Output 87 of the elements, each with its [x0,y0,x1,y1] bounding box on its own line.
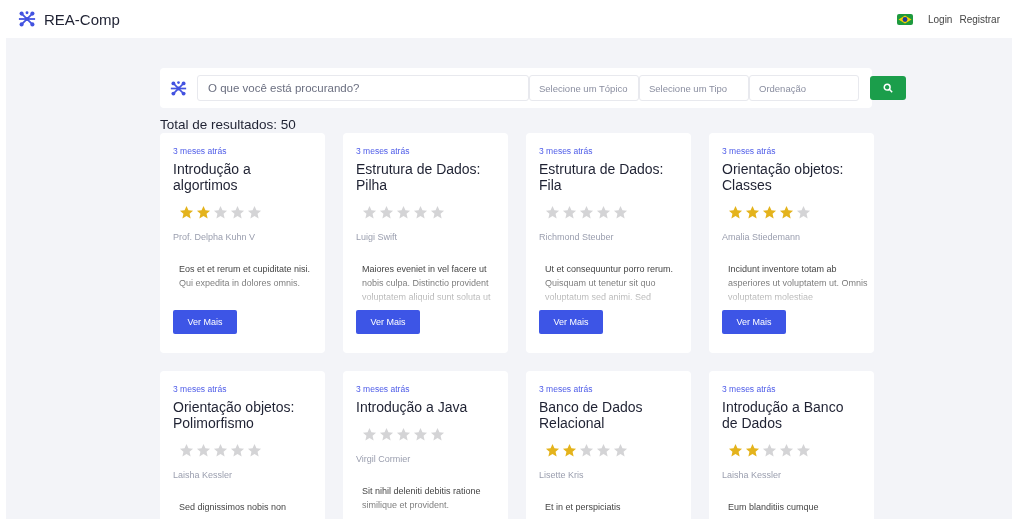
search-field[interactable]: O que você está procurando? [197,75,529,101]
card-time: 3 meses atrás [173,384,227,394]
card-time: 3 meses atrás [722,384,776,394]
card-author: Prof. Delpha Kuhn V [173,232,256,242]
see-more-button[interactable]: Ver Mais [356,310,420,334]
star-icon[interactable] [613,205,628,220]
filter-field[interactable]: Ordenação [749,75,859,101]
card-time: 3 meses atrás [539,146,593,156]
card-title[interactable]: Orientação objetos: Polimorfismo [173,399,312,431]
star-icon[interactable] [796,443,811,458]
star-icon[interactable] [196,443,211,458]
star-icon[interactable] [413,427,428,442]
card-author: Luigi Swift [356,232,398,242]
card-time: 3 meses atrás [539,384,593,394]
see-more-button[interactable]: Ver Mais [722,310,786,334]
star-icon[interactable] [379,205,394,220]
nav-link[interactable]: Registrar [959,13,1000,25]
star-icon[interactable] [762,443,777,458]
card-title[interactable]: Orientação objetos: Classes [722,161,861,193]
star-icon[interactable] [613,443,628,458]
card-author: Lisette Kris [539,470,584,480]
card-description: Eum blanditiis cumque [728,501,820,514]
star-icon[interactable] [396,427,411,442]
filter-field[interactable]: Selecione um Tipo [639,75,749,101]
see-more-button[interactable]: Ver Mais [539,310,603,334]
brand-name[interactable]: REA-Comp [44,10,120,28]
star-icon[interactable] [745,205,760,220]
star-icon[interactable] [745,443,760,458]
star-icon[interactable] [596,205,611,220]
card-title[interactable]: Introdução a algortimos [173,161,312,193]
star-icon[interactable] [579,205,594,220]
card-time: 3 meses atrás [356,146,410,156]
see-more-button[interactable]: Ver Mais [173,310,237,334]
star-icon[interactable] [413,205,428,220]
star-icon[interactable] [213,205,228,220]
flag-icon[interactable] [896,13,913,25]
results-count: Total de resultados: 50 [160,117,297,132]
star-icon[interactable] [596,443,611,458]
star-icon[interactable] [179,443,194,458]
star-icon[interactable] [247,205,262,220]
card-author: Laisha Kessler [722,470,782,480]
search-button[interactable] [870,76,906,100]
star-icon[interactable] [179,205,194,220]
star-icon[interactable] [728,205,743,220]
star-icon[interactable] [196,205,211,220]
star-icon[interactable] [562,205,577,220]
nav-link[interactable]: Login [927,13,953,25]
star-icon[interactable] [796,205,811,220]
star-icon[interactable] [379,427,394,442]
star-icon[interactable] [230,205,245,220]
card-author: Richmond Steuber [539,232,614,242]
card-title[interactable]: Banco de Dados Relacional [539,399,678,431]
star-icon[interactable] [430,427,445,442]
card-description: Eos et et rerum et cupiditate nisi. Qui expedita in dolores omnis. [179,263,312,290]
card-time: 3 meses atrás [356,384,410,394]
star-icon[interactable] [562,443,577,458]
star-icon[interactable] [247,443,262,458]
card-author: Virgil Cormier [356,454,411,464]
card-time: 3 meses atrás [722,146,776,156]
star-icon[interactable] [230,443,245,458]
logo-icon [170,79,187,97]
card-author: Laisha Kessler [173,470,233,480]
star-icon[interactable] [779,443,794,458]
card-title[interactable]: Estrutura de Dados: Pilha [356,161,495,193]
star-icon[interactable] [728,443,743,458]
filter-field[interactable]: Selecione um Tópico [529,75,639,101]
card-description: Incidunt inventore totam ab asperiores ut voluptatem ut. Omnis voluptatem molestiae [728,263,868,304]
star-icon[interactable] [545,443,560,458]
card-description: Et in et perspiciatis [545,501,622,514]
card-title[interactable]: Introdução a Java [356,399,468,415]
card-author: Amalia Stiedemann [722,232,801,242]
star-icon[interactable] [779,205,794,220]
search-icon [883,83,893,93]
star-icon[interactable] [362,427,377,442]
card-title[interactable]: Estrutura de Dados: Fila [539,161,678,193]
star-icon[interactable] [762,205,777,220]
card-description: Sed dignissimos nobis non [179,501,288,514]
card-title[interactable]: Introdução a Banco de Dados [722,399,861,431]
star-icon[interactable] [579,443,594,458]
star-icon[interactable] [430,205,445,220]
star-icon[interactable] [213,443,228,458]
star-icon[interactable] [396,205,411,220]
card-time: 3 meses atrás [173,146,227,156]
star-icon[interactable] [545,205,560,220]
star-icon[interactable] [362,205,377,220]
card-description: Sit nihil deleniti debitis ratione similique et provident. [362,485,482,512]
logo-icon [18,10,36,28]
